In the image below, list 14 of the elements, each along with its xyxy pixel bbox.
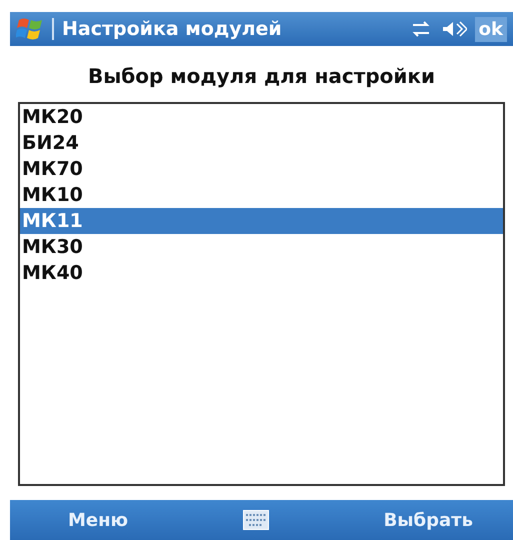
speaker-icon[interactable] (440, 19, 467, 39)
module-list-item[interactable]: МК70 (20, 156, 503, 182)
heading: Выбор модуля для настройки (86, 63, 436, 90)
module-list-item[interactable]: МК30 (20, 234, 503, 260)
module-list-item[interactable]: МК20 (20, 104, 503, 130)
window-title: Настройка модулей (52, 18, 401, 40)
keyboard-icon[interactable] (242, 510, 269, 530)
select-softkey[interactable]: Выбрать (384, 510, 473, 530)
module-list-item[interactable]: МК40 (20, 260, 503, 286)
menu-softkey[interactable]: Меню (68, 510, 128, 530)
module-list-item[interactable]: БИ24 (20, 130, 503, 156)
module-list-item[interactable]: МК10 (20, 182, 503, 208)
windows-flag-icon[interactable] (16, 16, 44, 42)
module-list-item[interactable]: МК11 (20, 208, 503, 234)
